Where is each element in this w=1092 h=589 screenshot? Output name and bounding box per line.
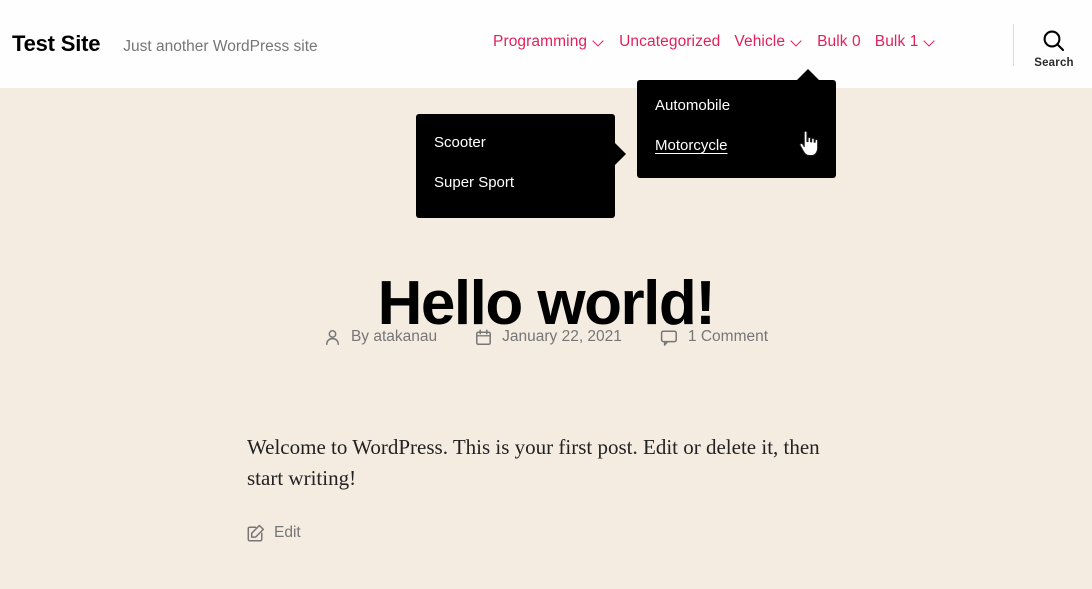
post-body-text: Welcome to WordPress. This is your first… xyxy=(247,435,820,490)
post-comments[interactable]: 1 Comment xyxy=(660,328,768,346)
site-tagline: Just another WordPress site xyxy=(123,38,318,55)
edit-post-label: Edit xyxy=(274,524,301,541)
search-icon xyxy=(1029,26,1079,56)
nav-item-label: Bulk 1 xyxy=(874,33,919,50)
chevron-down-icon[interactable] xyxy=(593,36,605,48)
calendar-icon xyxy=(475,328,492,346)
site-branding: Test Site Just another WordPress site xyxy=(12,31,318,57)
nav-item-bulk-1[interactable]: Bulk 1 xyxy=(875,33,937,51)
comment-icon xyxy=(660,329,678,346)
post-author: By atakanau xyxy=(324,328,437,346)
dropdown-item-automobile[interactable]: Automobile xyxy=(655,97,730,114)
nav-item-bulk-0[interactable]: Bulk 0 xyxy=(817,33,861,51)
post-comments-text: 1 Comment xyxy=(687,328,769,345)
nav-item-label: Uncategorized xyxy=(619,33,721,50)
nav-item-vehicle[interactable]: Vehicle xyxy=(734,33,803,51)
pencil-edit-icon xyxy=(247,524,265,542)
vehicle-dropdown-menu: Automobile Motorcycle xyxy=(637,69,836,178)
submenu-item-scooter[interactable]: Scooter xyxy=(434,134,486,151)
site-title[interactable]: Test Site xyxy=(12,31,100,57)
edit-post-link[interactable]: Edit xyxy=(247,524,301,542)
chevron-down-icon[interactable] xyxy=(924,36,936,48)
header-divider xyxy=(1013,24,1014,66)
submenu-arrow-right-icon xyxy=(615,143,626,165)
nav-item-label: Programming xyxy=(493,33,588,50)
person-icon xyxy=(324,329,341,346)
search-label: Search xyxy=(1034,57,1074,69)
nav-item-programming[interactable]: Programming xyxy=(493,33,605,51)
site-header: Test Site Just another WordPress site Pr… xyxy=(0,0,1092,88)
dropdown-item-motorcycle[interactable]: Motorcycle xyxy=(655,137,728,154)
post-meta: By atakanau January 22, 2021 1 Comment xyxy=(0,328,1092,346)
post-date-text: January 22, 2021 xyxy=(502,328,622,345)
submenu-item-super-sport[interactable]: Super Sport xyxy=(434,174,514,191)
post-author-text: By atakanau xyxy=(350,328,438,345)
post-date: January 22, 2021 xyxy=(475,328,622,346)
nav-item-label: Vehicle xyxy=(734,33,786,50)
search-toggle-button[interactable]: Search xyxy=(1029,26,1079,69)
motorcycle-submenu: Scooter Super Sport xyxy=(416,114,626,218)
nav-item-uncategorized[interactable]: Uncategorized xyxy=(619,33,720,51)
dropdown-arrow-up-icon xyxy=(797,69,819,80)
nav-item-label: Bulk 0 xyxy=(817,33,861,50)
chevron-down-icon[interactable] xyxy=(791,36,803,48)
primary-navigation: Programming Uncategorized Vehicle Bulk 0… xyxy=(493,33,936,51)
